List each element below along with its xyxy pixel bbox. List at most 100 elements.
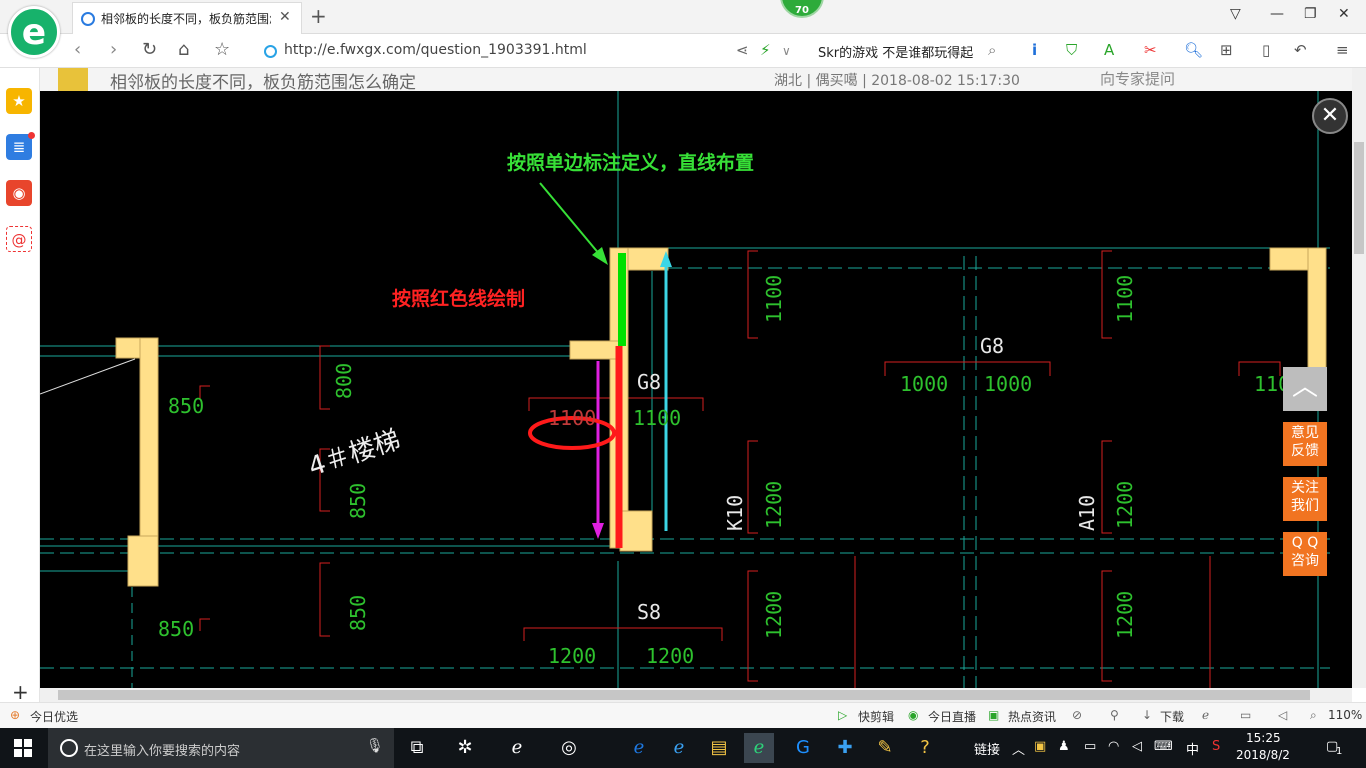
quick-cut-link[interactable]: 快剪辑: [858, 708, 894, 725]
label-g8-right: G8: [980, 334, 1004, 358]
360-app-icon[interactable]: ◎: [554, 733, 584, 763]
menu-icon[interactable]: ≡: [1336, 41, 1349, 59]
battery-icon[interactable]: ▭: [1084, 739, 1096, 754]
tray-app-icon[interactable]: ▣: [1034, 739, 1046, 754]
ask-expert-button[interactable]: 向专家提问: [1100, 68, 1175, 89]
mail-icon[interactable]: @: [6, 226, 32, 252]
speed-icon[interactable]: ⊘: [1072, 708, 1082, 722]
translate-icon[interactable]: A: [1104, 41, 1114, 59]
forward-button[interactable]: ›: [110, 39, 117, 60]
dim-1200-vertical-d: 1200: [1113, 591, 1137, 639]
file-explorer-icon[interactable]: ▤: [704, 733, 734, 763]
glodon-app-icon[interactable]: G: [788, 733, 818, 763]
pin-icon[interactable]: ⚲: [1110, 708, 1119, 722]
dim-850-vertical-a: 850: [346, 483, 370, 519]
mute-icon[interactable]: ◁: [1278, 708, 1287, 722]
browser-logo[interactable]: e: [8, 6, 60, 58]
links-label[interactable]: 链接: [974, 739, 1000, 758]
label-g8-left: G8: [637, 370, 661, 394]
dim-850-vertical-b: 850: [346, 595, 370, 631]
notes-app-icon[interactable]: ✎: [870, 733, 900, 763]
dim-1200-vertical-c: 1200: [1113, 481, 1137, 529]
windows-taskbar: 在这里输入你要搜索的内容 🎙︎ ⧉ ✲ ℯ ◎ ℯ ℯ ▤ ℯ G ✚ ✎ ? …: [0, 728, 1366, 768]
weibo-icon[interactable]: ◉: [6, 180, 32, 206]
edge-browser-icon[interactable]: ℯ: [502, 733, 532, 763]
dropdown-icon[interactable]: ∨: [782, 44, 791, 58]
follow-us-button[interactable]: 关注 我们: [1283, 477, 1327, 521]
favorites-star-icon[interactable]: ★: [6, 88, 32, 114]
label-k10: K10: [723, 495, 747, 531]
browser-tab[interactable]: 相邻板的长度不同，板负筋范围怎么确定 ✕: [72, 2, 302, 34]
maximize-button[interactable]: ❐: [1304, 6, 1317, 22]
horizontal-scrollbar[interactable]: [40, 688, 1352, 702]
back-to-top-button[interactable]: ︿: [1283, 367, 1327, 411]
microphone-icon[interactable]: 🎙︎: [366, 738, 384, 754]
feedback-button[interactable]: 意见 反馈: [1283, 422, 1327, 466]
close-overlay-button[interactable]: ✕: [1312, 98, 1348, 134]
taskbar-search-box[interactable]: 在这里输入你要搜索的内容 🎙︎: [48, 728, 394, 768]
internet-explorer-icon[interactable]: ℯ: [664, 733, 694, 763]
dim-850-bottom: 850: [158, 617, 194, 641]
add-sidebar-button[interactable]: +: [12, 680, 29, 704]
taskbar-search-placeholder: 在这里输入你要搜索的内容: [84, 744, 241, 759]
magnifier-icon[interactable]: 🔍︎: [1184, 41, 1203, 59]
live-link[interactable]: 今日直播: [928, 708, 976, 725]
skin-icon[interactable]: ▽: [1230, 6, 1241, 22]
news-icon: ▣: [988, 708, 1000, 722]
dim-1100-vertical-a: 1100: [762, 275, 786, 323]
question-icon: [58, 68, 88, 92]
share-icon[interactable]: ⋖: [736, 41, 749, 59]
clock-date[interactable]: 2018/8/2: [1236, 748, 1290, 762]
tab-bar: 相邻板的长度不同，板负筋范围怎么确定 ✕ + 70 ▽ — ❐ ✕: [0, 0, 1366, 34]
daily-picks-link[interactable]: 今日优选: [30, 708, 78, 725]
clock-time[interactable]: 15:25: [1246, 731, 1281, 745]
close-window-button[interactable]: ✕: [1338, 6, 1350, 22]
wifi-icon[interactable]: ◠: [1108, 739, 1119, 754]
undo-icon[interactable]: ↶: [1294, 41, 1307, 59]
ip-tool-icon[interactable]: i: [1032, 41, 1037, 59]
news-link[interactable]: 热点资讯: [1008, 708, 1056, 725]
sogou-icon[interactable]: S: [1212, 739, 1220, 754]
favorite-star-button[interactable]: ☆: [214, 39, 230, 60]
back-button[interactable]: ‹: [74, 39, 81, 60]
search-input[interactable]: Skr的游戏 不是谁都玩得起: [818, 42, 973, 61]
keyboard-icon[interactable]: ⌨: [1154, 739, 1173, 754]
url-input[interactable]: http://e.fwxgx.com/question_1903391.html: [284, 42, 587, 58]
live-icon: ◉: [908, 708, 919, 722]
active-browser-icon[interactable]: ℯ: [744, 733, 774, 763]
edge-icon[interactable]: ℯ: [624, 733, 654, 763]
status-bar: ⊕ 今日优选 ▷ 快剪辑 ◉ 今日直播 ▣ 热点资讯 ⊘ ⚲ ↓ 下载 ℯ ▭ …: [0, 702, 1366, 728]
windows-start-icon[interactable]: [14, 739, 32, 757]
zoom-icon: ⌕: [1310, 708, 1317, 722]
blue-app-icon[interactable]: ✚: [830, 733, 860, 763]
phone-icon[interactable]: ▯: [1262, 41, 1270, 59]
task-view-icon[interactable]: ⧉: [402, 733, 432, 763]
horizontal-scroll-thumb[interactable]: [58, 690, 1310, 700]
help-app-icon[interactable]: ?: [910, 733, 940, 763]
new-tab-button[interactable]: +: [310, 4, 327, 28]
window-icon[interactable]: ▭: [1240, 708, 1251, 722]
zoom-level[interactable]: 110%: [1328, 708, 1362, 722]
left-sidebar: ★ ≣ ◉ @ +: [0, 68, 40, 704]
tab-close-icon[interactable]: ✕: [279, 9, 291, 25]
speed-badge[interactable]: 70: [780, 0, 824, 18]
vertical-scroll-thumb[interactable]: [1354, 142, 1364, 254]
apps-icon[interactable]: ⊞: [1220, 41, 1233, 59]
pinwheel-app-icon[interactable]: ✲: [450, 733, 480, 763]
refresh-button[interactable]: ↻: [142, 39, 157, 60]
tray-expand-icon[interactable]: ︿: [1012, 739, 1025, 758]
scissors-icon[interactable]: ✂: [1144, 41, 1157, 59]
download-link[interactable]: 下载: [1160, 708, 1184, 725]
ie-mode-icon[interactable]: ℯ: [1202, 708, 1209, 722]
qq-consult-button[interactable]: Q Q 咨询: [1283, 532, 1327, 576]
address-bar: ‹ › ↻ ⌂ ☆ http://e.fwxgx.com/question_19…: [0, 34, 1366, 80]
minimize-button[interactable]: —: [1270, 6, 1284, 22]
search-icon[interactable]: ⌕: [988, 41, 996, 59]
lightning-icon[interactable]: ⚡: [760, 41, 771, 59]
shield-icon[interactable]: ⛉: [1066, 41, 1077, 59]
tray-bell-icon[interactable]: ♟: [1058, 739, 1070, 754]
ime-indicator[interactable]: 中: [1186, 739, 1199, 758]
home-button[interactable]: ⌂: [178, 39, 189, 60]
volume-icon[interactable]: ◁: [1132, 739, 1142, 754]
vertical-scrollbar[interactable]: [1352, 68, 1366, 688]
